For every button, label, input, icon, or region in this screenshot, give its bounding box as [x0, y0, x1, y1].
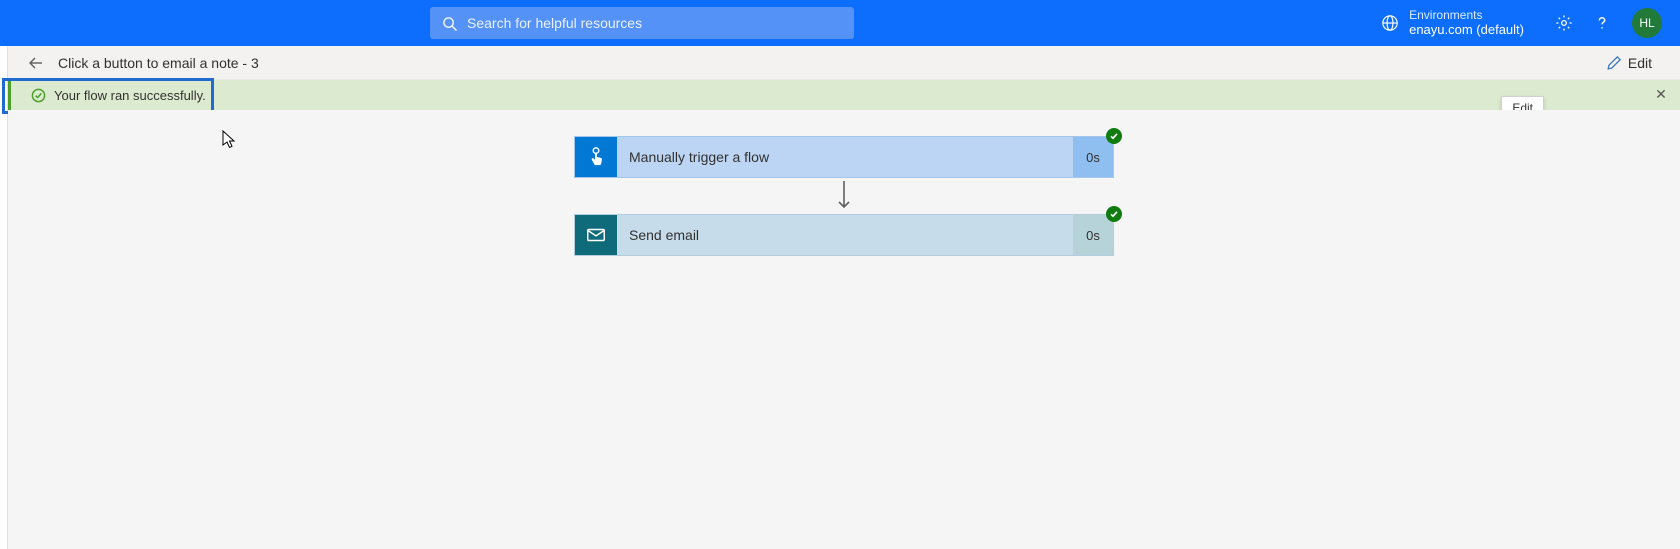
edit-label: Edit	[1628, 55, 1652, 71]
arrow-down-icon	[834, 179, 854, 213]
flow-step-trigger[interactable]: Manually trigger a flow 0s	[574, 136, 1114, 178]
flow-canvas: Manually trigger a flow 0s Send email 0s	[8, 110, 1680, 549]
topbar-right: Environments enayu.com (default) HL	[1381, 7, 1662, 39]
flow-arrow	[834, 178, 854, 214]
search-icon	[442, 16, 457, 31]
avatar-initials: HL	[1639, 16, 1654, 30]
globe-icon	[1381, 14, 1399, 32]
flow-column: Manually trigger a flow 0s Send email 0s	[8, 136, 1680, 256]
check-icon	[1109, 131, 1119, 141]
success-banner: Your flow ran successfully. ✕	[8, 80, 1680, 110]
touch-icon	[585, 146, 607, 168]
mail-icon	[585, 224, 607, 246]
check-icon	[1109, 209, 1119, 219]
command-bar: Click a button to email a note - 3 Edit	[8, 46, 1680, 80]
step-title: Send email	[629, 227, 1073, 243]
step-success-badge	[1106, 128, 1122, 144]
flow-step-action[interactable]: Send email 0s	[574, 214, 1114, 256]
help-icon	[1593, 14, 1611, 32]
action-iconbox	[575, 215, 617, 255]
left-rail-sliver	[0, 46, 8, 549]
back-arrow-icon	[28, 55, 44, 71]
page-title: Click a button to email a note - 3	[58, 55, 259, 71]
back-button[interactable]	[22, 49, 50, 77]
trigger-iconbox	[575, 137, 617, 177]
success-message: Your flow ran successfully.	[54, 88, 206, 103]
help-button[interactable]	[1586, 7, 1618, 39]
pencil-icon	[1607, 55, 1622, 70]
settings-button[interactable]	[1548, 7, 1580, 39]
success-check-icon	[31, 88, 46, 103]
step-duration: 0s	[1073, 215, 1113, 255]
top-app-bar: Search for helpful resources Environment…	[0, 0, 1680, 46]
avatar[interactable]: HL	[1632, 8, 1662, 38]
step-success-badge	[1106, 206, 1122, 222]
search-placeholder: Search for helpful resources	[467, 15, 642, 31]
environment-value: enayu.com (default)	[1409, 22, 1524, 38]
environment-picker[interactable]: Environments enayu.com (default)	[1381, 8, 1524, 38]
environments-label: Environments	[1409, 8, 1524, 22]
edit-button[interactable]: Edit	[1599, 51, 1660, 75]
dismiss-banner-button[interactable]: ✕	[1652, 85, 1670, 103]
step-title: Manually trigger a flow	[629, 149, 1073, 165]
search-input[interactable]: Search for helpful resources	[430, 7, 854, 39]
step-duration: 0s	[1073, 137, 1113, 177]
gear-icon	[1555, 14, 1573, 32]
close-icon: ✕	[1655, 86, 1667, 103]
environment-text: Environments enayu.com (default)	[1409, 8, 1524, 38]
